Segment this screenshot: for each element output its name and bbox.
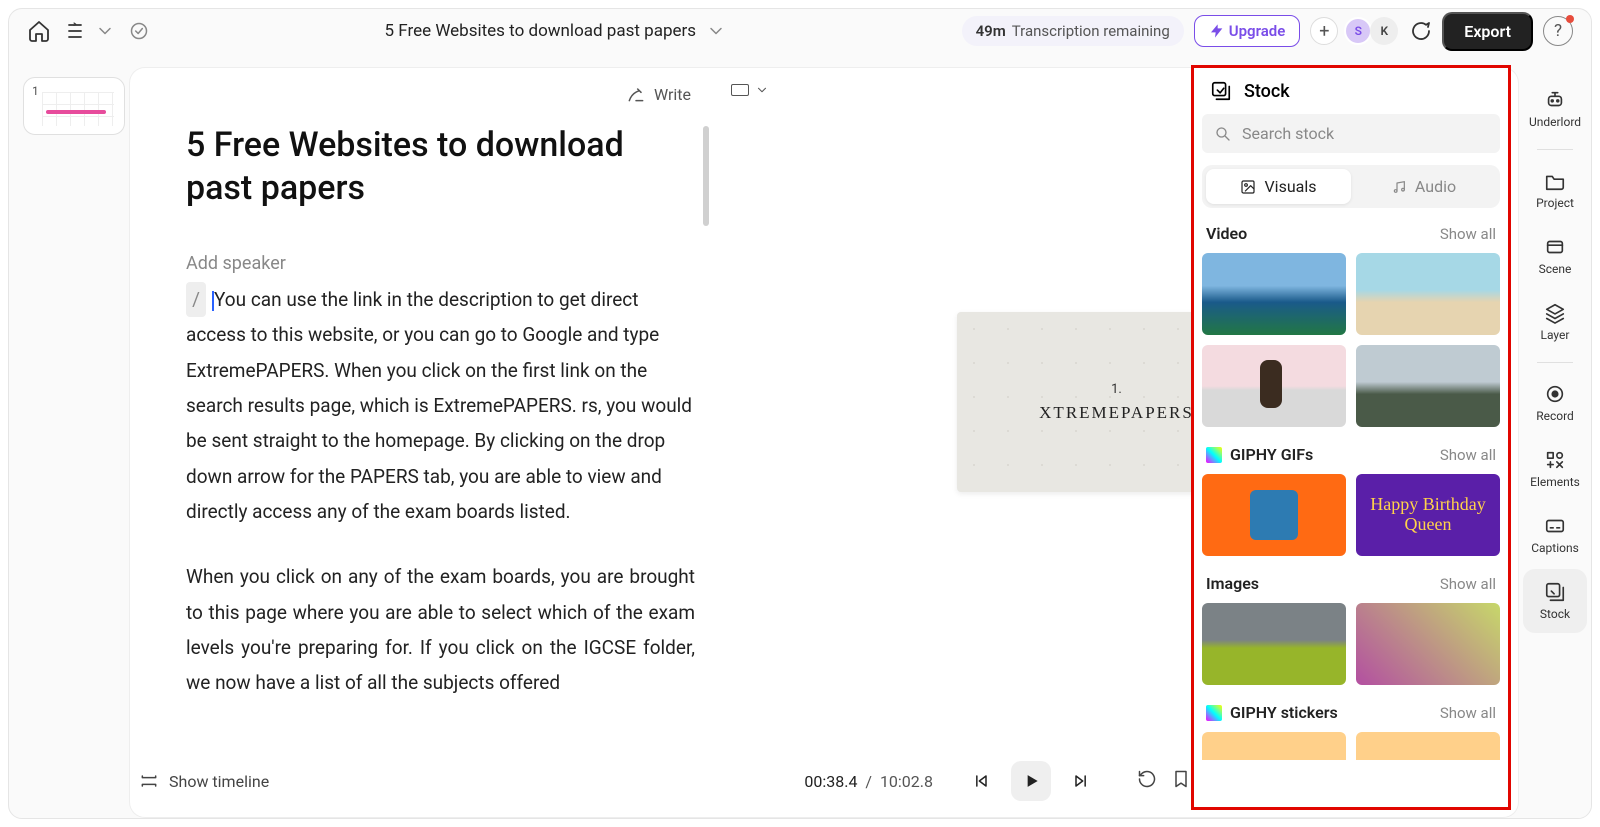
transcript-paragraph[interactable]: When you click on any of the exam boards… [186,559,695,700]
stock-sticker-thumb[interactable] [1356,732,1500,760]
stock-image-thumb[interactable] [1202,603,1346,685]
comments-icon[interactable] [1408,19,1432,43]
top-bar: 5 Free Websites to download past papers … [9,9,1591,53]
stock-video-thumb[interactable] [1202,345,1346,427]
upgrade-button[interactable]: Upgrade [1194,15,1301,47]
home-icon[interactable] [27,19,51,43]
sync-status-icon [129,21,149,41]
section-label: Video [1206,224,1247,243]
menu-icon[interactable] [65,19,89,43]
stock-gif-thumb[interactable]: Happy Birthday Queen [1356,474,1500,556]
right-rail: Underlord Project Scene Layer Record Ele… [1519,53,1591,818]
stock-search-input[interactable]: Search stock [1202,114,1500,153]
skip-back-button[interactable] [961,761,1001,801]
stock-sticker-thumb[interactable] [1202,732,1346,760]
stock-video-thumb[interactable] [1356,253,1500,335]
stock-image-thumb[interactable] [1356,603,1500,685]
rail-elements[interactable]: Elements [1523,437,1587,501]
loop-button[interactable] [1137,769,1157,793]
scrollbar[interactable] [703,126,709,226]
rail-underlord[interactable]: Underlord [1523,77,1587,141]
canvas-title: XTREMEPAPERS [1039,403,1194,423]
transcription-minutes: 49m [976,22,1006,40]
visuals-icon [1240,179,1256,195]
paragraph-text: You can use the link in the description … [186,288,692,523]
transcription-label: Transcription remaining [1012,22,1170,40]
slash-command-icon[interactable]: / [186,282,206,317]
search-icon [1214,125,1232,143]
stock-title: Stock [1244,81,1290,102]
stock-panel: Stock Search stock Visuals Audio Video S… [1191,65,1511,810]
add-speaker-button[interactable]: Add speaker [186,253,695,274]
timeline-icon [139,771,159,791]
stock-icon [1210,80,1232,102]
aspect-rect-icon [731,84,749,96]
section-label: GIPHY GIFs [1206,445,1313,464]
stock-section-giphy-stickers: GIPHY stickers Show all [1202,699,1500,760]
help-button[interactable]: ? [1543,16,1573,46]
upgrade-label: Upgrade [1229,22,1286,40]
aspect-ratio-selector[interactable] [731,83,769,97]
skip-forward-button[interactable] [1061,761,1101,801]
bookmark-button[interactable] [1171,769,1191,793]
canvas-number: 1. [1111,382,1122,397]
total-time: 10:02.8 [880,772,933,791]
rail-record[interactable]: Record [1523,371,1587,435]
export-label: Export [1464,22,1511,41]
stock-section-images: Images Show all [1202,570,1500,685]
slide-thumbnail[interactable]: 1 [23,77,125,135]
tab-audio[interactable]: Audio [1351,169,1496,204]
playback-time: 00:38.4 / 10:02.8 [804,772,933,791]
stock-search-placeholder: Search stock [1242,124,1334,143]
transcript-panel: Write 5 Free Websites to download past p… [129,67,715,818]
playback-bar: Show timeline 00:38.4 / 10:02.8 [139,756,1191,806]
show-all-link[interactable]: Show all [1440,225,1496,243]
avatar-user-1[interactable]: S [1344,17,1372,45]
stock-video-thumb[interactable] [1356,345,1500,427]
show-all-link[interactable]: Show all [1440,704,1496,722]
write-label: Write [654,85,691,104]
stock-tabs: Visuals Audio [1202,165,1500,208]
slide-number: 1 [32,84,39,98]
write-button[interactable]: Write [626,84,691,104]
show-timeline-button[interactable]: Show timeline [139,771,269,791]
export-button[interactable]: Export [1442,12,1533,51]
stock-video-thumb[interactable] [1202,253,1346,335]
stock-gif-thumb[interactable] [1202,474,1346,556]
section-label: GIPHY stickers [1206,703,1338,722]
show-all-link[interactable]: Show all [1440,446,1496,464]
rail-scene[interactable]: Scene [1523,224,1587,288]
transcript-paragraph[interactable]: /You can use the link in the description… [186,282,695,529]
rail-stock[interactable]: Stock [1523,569,1587,633]
stock-section-giphy-gifs: GIPHY GIFs Show all Happy Birthday Queen [1202,441,1500,556]
audio-icon [1391,179,1407,195]
transcription-remaining-pill[interactable]: 49m Transcription remaining [962,16,1184,46]
chevron-down-icon[interactable] [95,21,115,41]
show-all-link[interactable]: Show all [1440,575,1496,593]
add-collaborator-button[interactable]: + [1310,17,1338,45]
rail-project[interactable]: Project [1523,158,1587,222]
giphy-logo-icon [1206,447,1222,463]
giphy-logo-icon [1206,705,1222,721]
play-button[interactable] [1011,761,1051,801]
rail-layer[interactable]: Layer [1523,290,1587,354]
tab-visuals[interactable]: Visuals [1206,169,1351,204]
stock-section-video: Video Show all [1202,220,1500,427]
document-heading[interactable]: 5 Free Websites to download past papers [186,124,695,209]
document-title[interactable]: 5 Free Websites to download past papers [385,21,697,41]
current-time: 00:38.4 [804,772,857,791]
avatar-user-2[interactable]: K [1370,17,1398,45]
slide-strip: 1 [9,53,129,818]
title-dropdown-icon[interactable] [706,21,726,41]
section-label: Images [1206,574,1259,593]
rail-captions[interactable]: Captions [1523,503,1587,567]
